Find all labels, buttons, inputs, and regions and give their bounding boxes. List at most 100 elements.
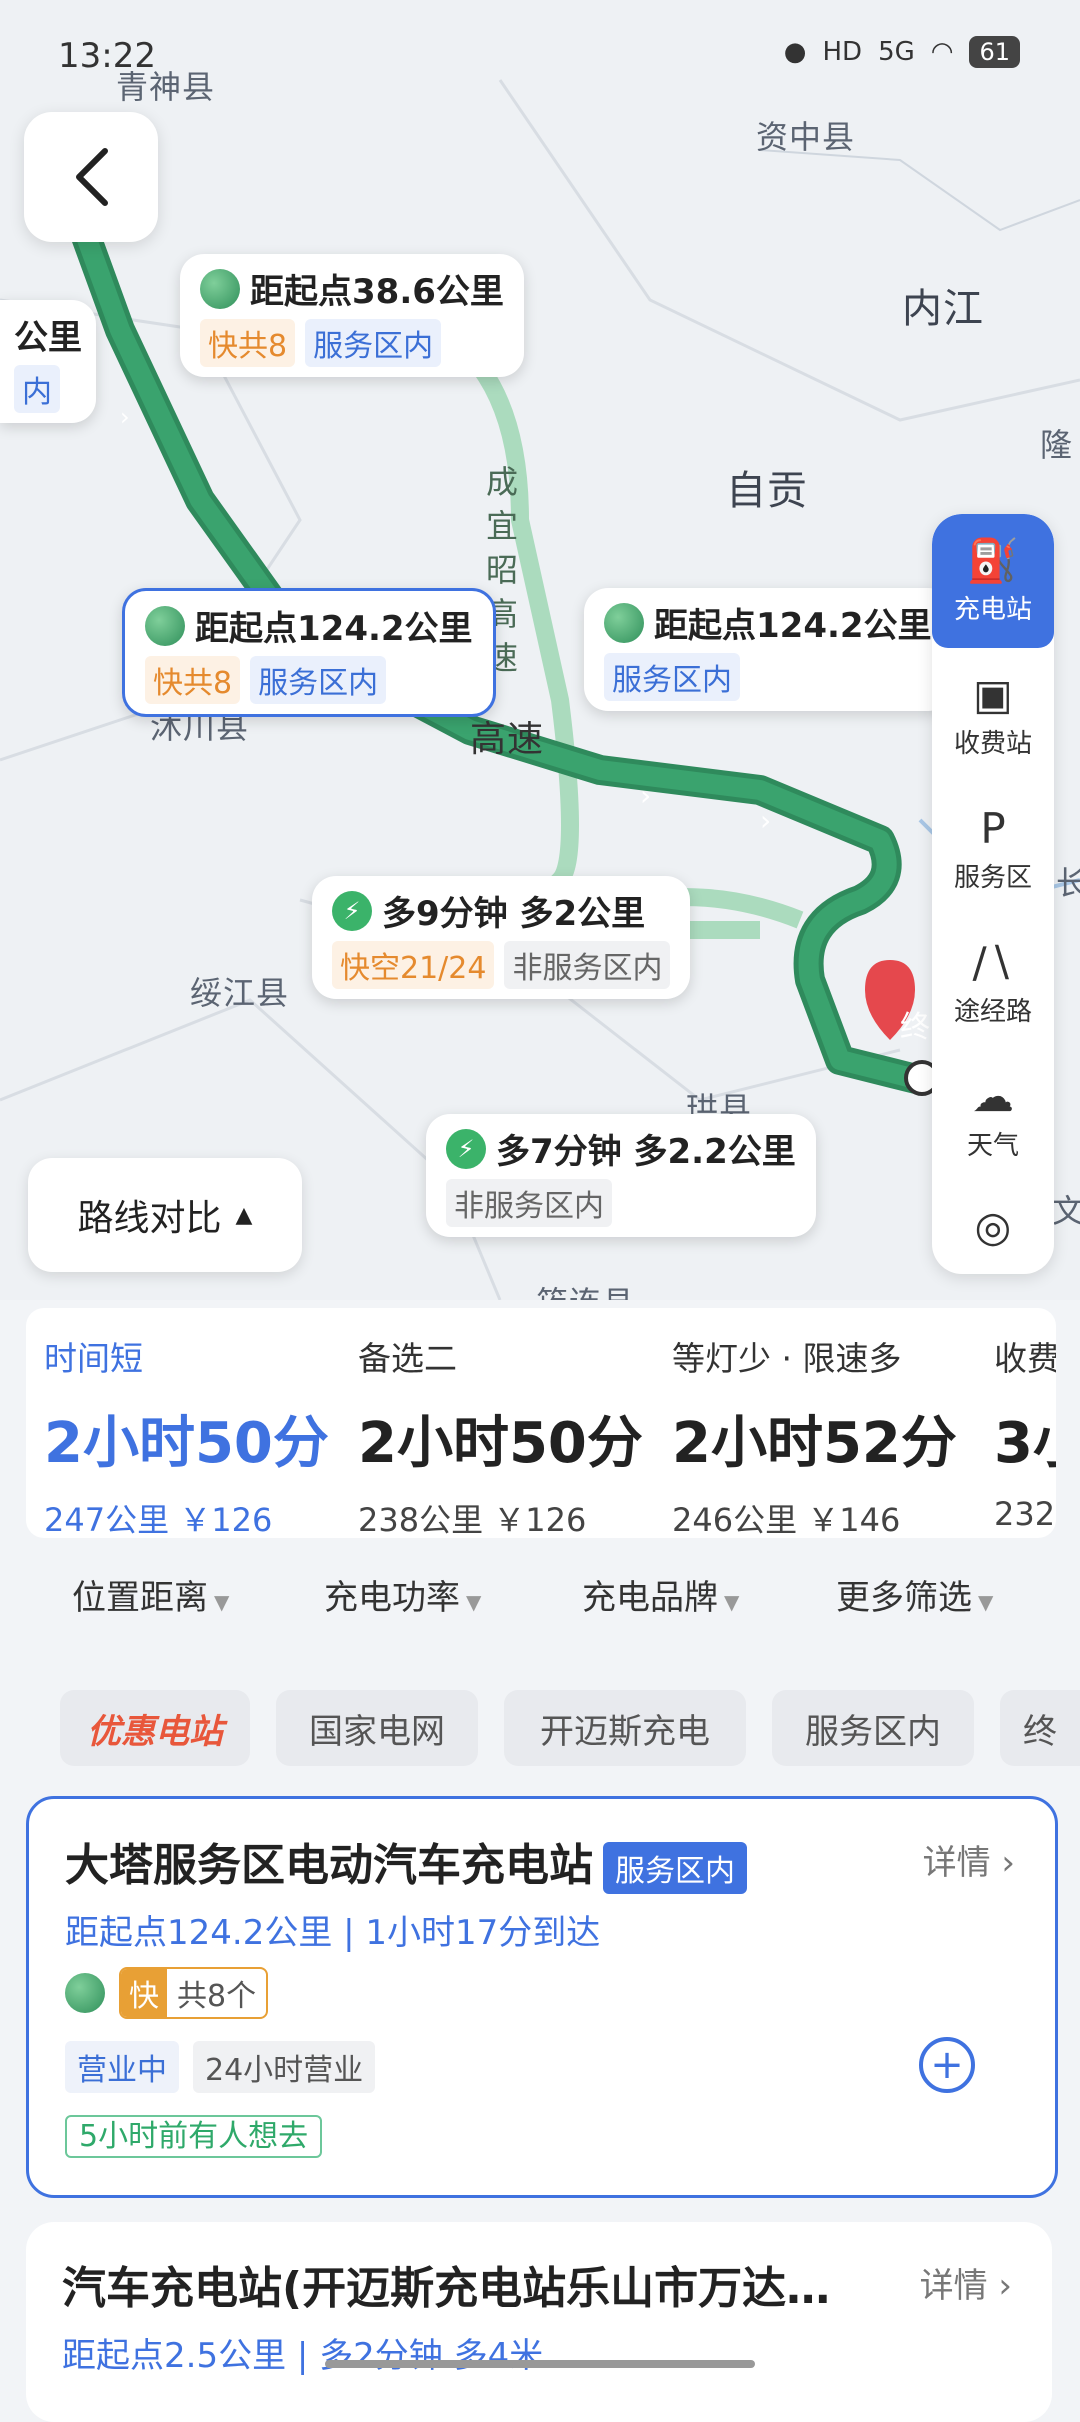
route-meta: 238公里 ￥126 <box>358 1501 587 1538</box>
side-item-toll-station[interactable]: ▣ 收费站 <box>932 648 1054 782</box>
back-button[interactable] <box>24 112 158 242</box>
bubble-title: 多9分钟 多2公里 <box>382 894 646 934</box>
highway-label: 高速 <box>470 719 545 760</box>
side-item-label: 服务区 <box>953 862 1032 893</box>
home-indicator[interactable] <box>325 2360 755 2368</box>
side-item-label: 收费站 <box>953 728 1032 759</box>
charging-bolt-icon: ⚡ <box>446 1128 486 1169</box>
route-label: 收费 <box>994 1339 1056 1378</box>
route-compare-button[interactable]: 路线对比 ▲ <box>28 1158 302 1272</box>
route-map[interactable]: › › › 青神县 资中县 内江 自贡 沐川县 绥江县 珙县 筠连县 成宜昭高速… <box>0 0 1080 1300</box>
bubble-tag-area: 非服务区内 <box>504 941 671 989</box>
detail-label: 详情 <box>919 2266 988 2306</box>
charging-station-icon: ⛽ <box>966 535 1020 585</box>
side-item-more[interactable]: ◎ <box>932 1184 1054 1274</box>
station-card[interactable]: 汽车充电站(开迈斯充电站乐山市万达… 详情 › 距起点2.5公里 | 多2分钟 … <box>26 2222 1052 2422</box>
fast-label: 快 <box>121 1969 167 2017</box>
wifi-icon: ◠ <box>930 37 954 67</box>
route-option-4[interactable]: 收费 3小 232 <box>994 1332 1056 1533</box>
station-detail-link[interactable]: 详情 › <box>920 2258 1012 2307</box>
place-label: 内江 <box>902 286 984 332</box>
caret-down-icon: ▼ <box>214 1590 230 1614</box>
detail-label: 详情 <box>922 1843 991 1883</box>
fast-charger-count: 快共8个 <box>119 1967 269 2019</box>
route-compare-label: 路线对比 <box>77 1198 222 1239</box>
bubble-title: 距起点38.6公里 <box>250 272 504 312</box>
station-name-text: 大塔服务区电动汽车充电站 <box>65 1840 593 1891</box>
station-charger-info: 快共8个 <box>65 1967 269 2019</box>
add-waypoint-button[interactable]: + <box>919 2037 975 2093</box>
filter-label: 位置距离 <box>72 1578 208 1618</box>
bubble-title: 多7分钟 多2.2公里 <box>496 1132 796 1172</box>
chevron-left-icon <box>76 148 108 206</box>
chip-kaimaisi[interactable]: 开迈斯充电 <box>504 1690 746 1766</box>
bubble-tag-area: 服务区内 <box>305 319 442 367</box>
alt-route-bubble[interactable]: ⚡ 多7分钟 多2.2公里 非服务区内 <box>426 1114 816 1237</box>
side-item-weather[interactable]: ☁ 天气 <box>932 1050 1054 1184</box>
signal-icon: 5G <box>878 37 915 67</box>
chip-state-grid[interactable]: 国家电网 <box>276 1690 478 1766</box>
route-label: 备选二 <box>358 1339 457 1378</box>
station-bubble[interactable]: 距起点38.6公里 快共8 服务区内 <box>180 254 524 377</box>
route-label: 时间短 <box>44 1339 143 1378</box>
place-label: 筠连县 <box>536 1278 635 1300</box>
filter-distance[interactable]: 位置距离 ▼ <box>72 1570 229 1619</box>
place-label: 资中县 <box>756 118 856 156</box>
want-to-go-tag: 5小时前有人想去 <box>65 2115 323 2158</box>
station-popularity: 5小时前有人想去 <box>65 2111 323 2158</box>
station-bubble-selected[interactable]: 距起点124.2公里 快共8 服务区内 <box>122 588 496 717</box>
alt-route-bubble[interactable]: ⚡ 多9分钟 多2公里 快空21/24 非服务区内 <box>312 876 691 999</box>
route-options: 时间短 2小时50分 247公里 ￥126 备选二 2小时50分 238公里 ￥… <box>26 1308 1056 1538</box>
route-time: 2小时50分 <box>44 1411 329 1476</box>
route-time: 2小时52分 <box>672 1411 957 1476</box>
chip-promo-stations[interactable]: 优惠电站 <box>60 1690 250 1766</box>
chip-partial[interactable]: 终 <box>1000 1690 1080 1766</box>
route-option-1[interactable]: 时间短 2小时50分 247公里 ￥126 <box>44 1332 329 1538</box>
bubble-tag-area: 非服务区内 <box>446 1179 612 1227</box>
side-item-via-road[interactable]: ∕∖ 途经路 <box>932 916 1054 1050</box>
filter-power[interactable]: 充电功率 ▼ <box>324 1570 481 1619</box>
station-bubble[interactable]: 距起点124.2公里 服务区内 <box>584 588 952 711</box>
filter-more[interactable]: 更多筛选 ▼ <box>836 1570 993 1619</box>
route-meta: 247公里 ￥126 <box>44 1501 273 1538</box>
side-item-label: 充电站 <box>953 594 1032 625</box>
place-label: 长 <box>1056 864 1080 902</box>
status-time: 13:22 <box>58 36 156 76</box>
station-brand-icon <box>145 605 185 646</box>
charging-bolt-icon: ⚡ <box>332 890 372 931</box>
bubble-tag: 内 <box>14 365 60 413</box>
side-item-charging-station[interactable]: ⛽ 充电站 <box>932 514 1054 648</box>
svg-text:›: › <box>760 804 771 837</box>
fast-count: 共8个 <box>177 1979 257 2014</box>
station-card[interactable]: 大塔服务区电动汽车充电站 服务区内 详情 › 距起点124.2公里 | 1小时17… <box>26 1796 1058 2198</box>
place-label: 隆 <box>1040 426 1074 464</box>
place-label: 自贡 <box>726 468 808 514</box>
caret-up-icon: ▲ <box>235 1202 253 1228</box>
svg-text:›: › <box>120 403 130 431</box>
destination-marker[interactable]: 终 <box>900 1002 931 1046</box>
filter-bar: 位置距离 ▼ 充电功率 ▼ 充电品牌 ▼ 更多筛选 ▼ <box>0 1570 1080 1630</box>
plus-icon: + <box>930 2042 964 2088</box>
bubble-tag-availability: 快空21/24 <box>332 941 495 989</box>
bubble-title: 距起点124.2公里 <box>195 609 473 649</box>
route-option-3[interactable]: 等灯少 · 限速多 2小时52分 246公里 ￥146 <box>672 1332 957 1538</box>
filter-label: 更多筛选 <box>836 1578 972 1618</box>
hours-tag: 24小时营业 <box>193 2041 376 2093</box>
route-option-2[interactable]: 备选二 2小时50分 238公里 ￥126 <box>358 1332 643 1538</box>
filter-brand[interactable]: 充电品牌 ▼ <box>582 1570 739 1619</box>
station-bubble-partial[interactable]: 公里 内 <box>0 300 96 423</box>
route-time: 3小 <box>994 1411 1056 1476</box>
bubble-tag-fast: 快共8 <box>200 319 296 367</box>
chip-service-area[interactable]: 服务区内 <box>772 1690 974 1766</box>
location-icon: ● <box>783 37 807 67</box>
side-item-label: 途经路 <box>953 996 1032 1027</box>
toll-station-icon: ▣ <box>973 669 1013 719</box>
svg-text:›: › <box>640 779 651 812</box>
side-item-service-area[interactable]: P 服务区 <box>932 782 1054 916</box>
station-distance: 距起点2.5公里 | 多2分钟 多4米 <box>62 2336 544 2376</box>
battery-icon: 61 <box>969 36 1020 68</box>
station-brand-icon <box>200 268 240 309</box>
filter-label: 充电功率 <box>324 1578 460 1618</box>
open-status-tag: 营业中 <box>65 2041 179 2093</box>
station-detail-link[interactable]: 详情 › <box>923 1835 1015 1884</box>
